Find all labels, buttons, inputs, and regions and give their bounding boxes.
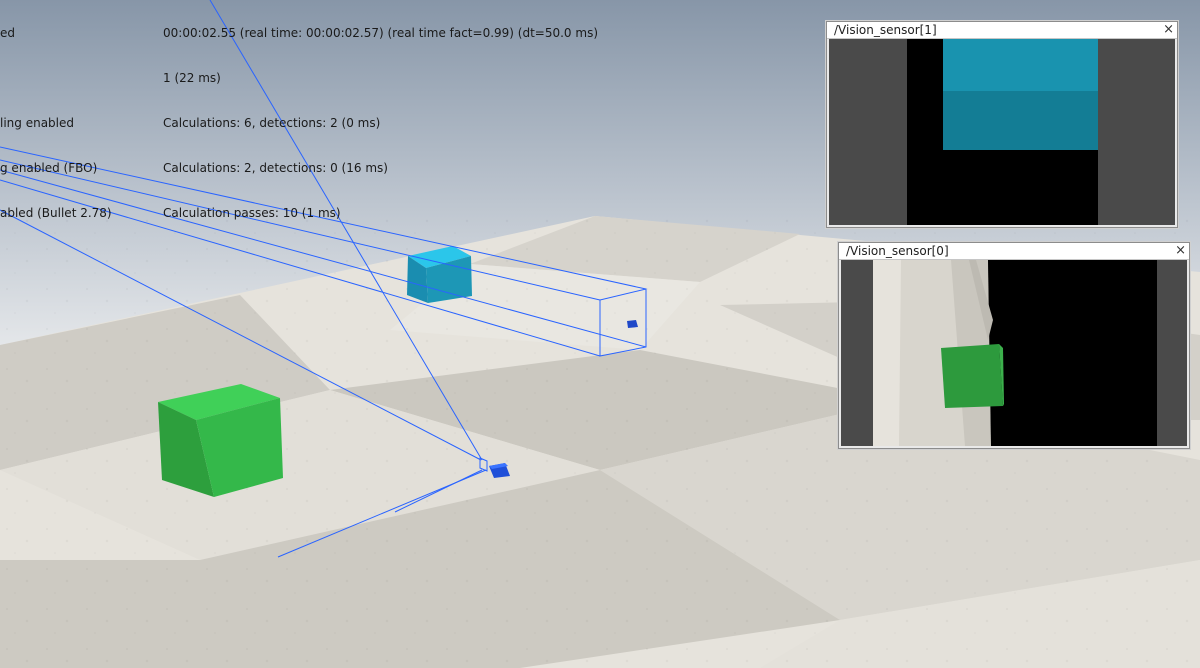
close-icon[interactable]: ×	[1163, 22, 1174, 38]
status-value: Calculations: 6, detections: 2 (0 ms)	[163, 116, 381, 130]
status-line	[0, 71, 112, 86]
vision-sensor-1-window[interactable]: /Vision_sensor[1] ×	[826, 21, 1178, 228]
status-value: 1 (22 ms)	[163, 71, 221, 85]
status-line: ed	[0, 26, 15, 40]
cuboid-blue[interactable]	[407, 246, 472, 303]
status-line: g enabled (FBO)	[0, 161, 98, 175]
status-line: ling enabled	[0, 116, 74, 130]
vision-sensor-0-title[interactable]: /Vision_sensor[0] ×	[839, 243, 1189, 260]
vision-sensor-1-image	[829, 39, 1175, 225]
vision-sensor-0-window[interactable]: /Vision_sensor[0] ×	[838, 242, 1190, 449]
window-title-text: /Vision_sensor[1]	[834, 23, 937, 37]
window-title-text: /Vision_sensor[0]	[846, 244, 949, 258]
close-icon[interactable]: ×	[1175, 243, 1186, 259]
vision-sensor-0-image	[841, 260, 1187, 446]
status-overlay-values: 00:00:02.55 (real time: 00:00:02.57) (re…	[163, 0, 598, 236]
vision-sensor-1-title[interactable]: /Vision_sensor[1] ×	[827, 22, 1177, 39]
status-overlay-labels: ed ling enabled g enabled (FBO) abled (B…	[0, 0, 112, 236]
status-value: Calculations: 2, detections: 0 (16 ms)	[163, 161, 388, 175]
status-value: Calculation passes: 10 (1 ms)	[163, 206, 341, 220]
cuboid-green[interactable]	[158, 384, 283, 497]
status-value: 00:00:02.55 (real time: 00:00:02.57) (re…	[163, 26, 598, 40]
status-line: abled (Bullet 2.78)	[0, 206, 112, 220]
